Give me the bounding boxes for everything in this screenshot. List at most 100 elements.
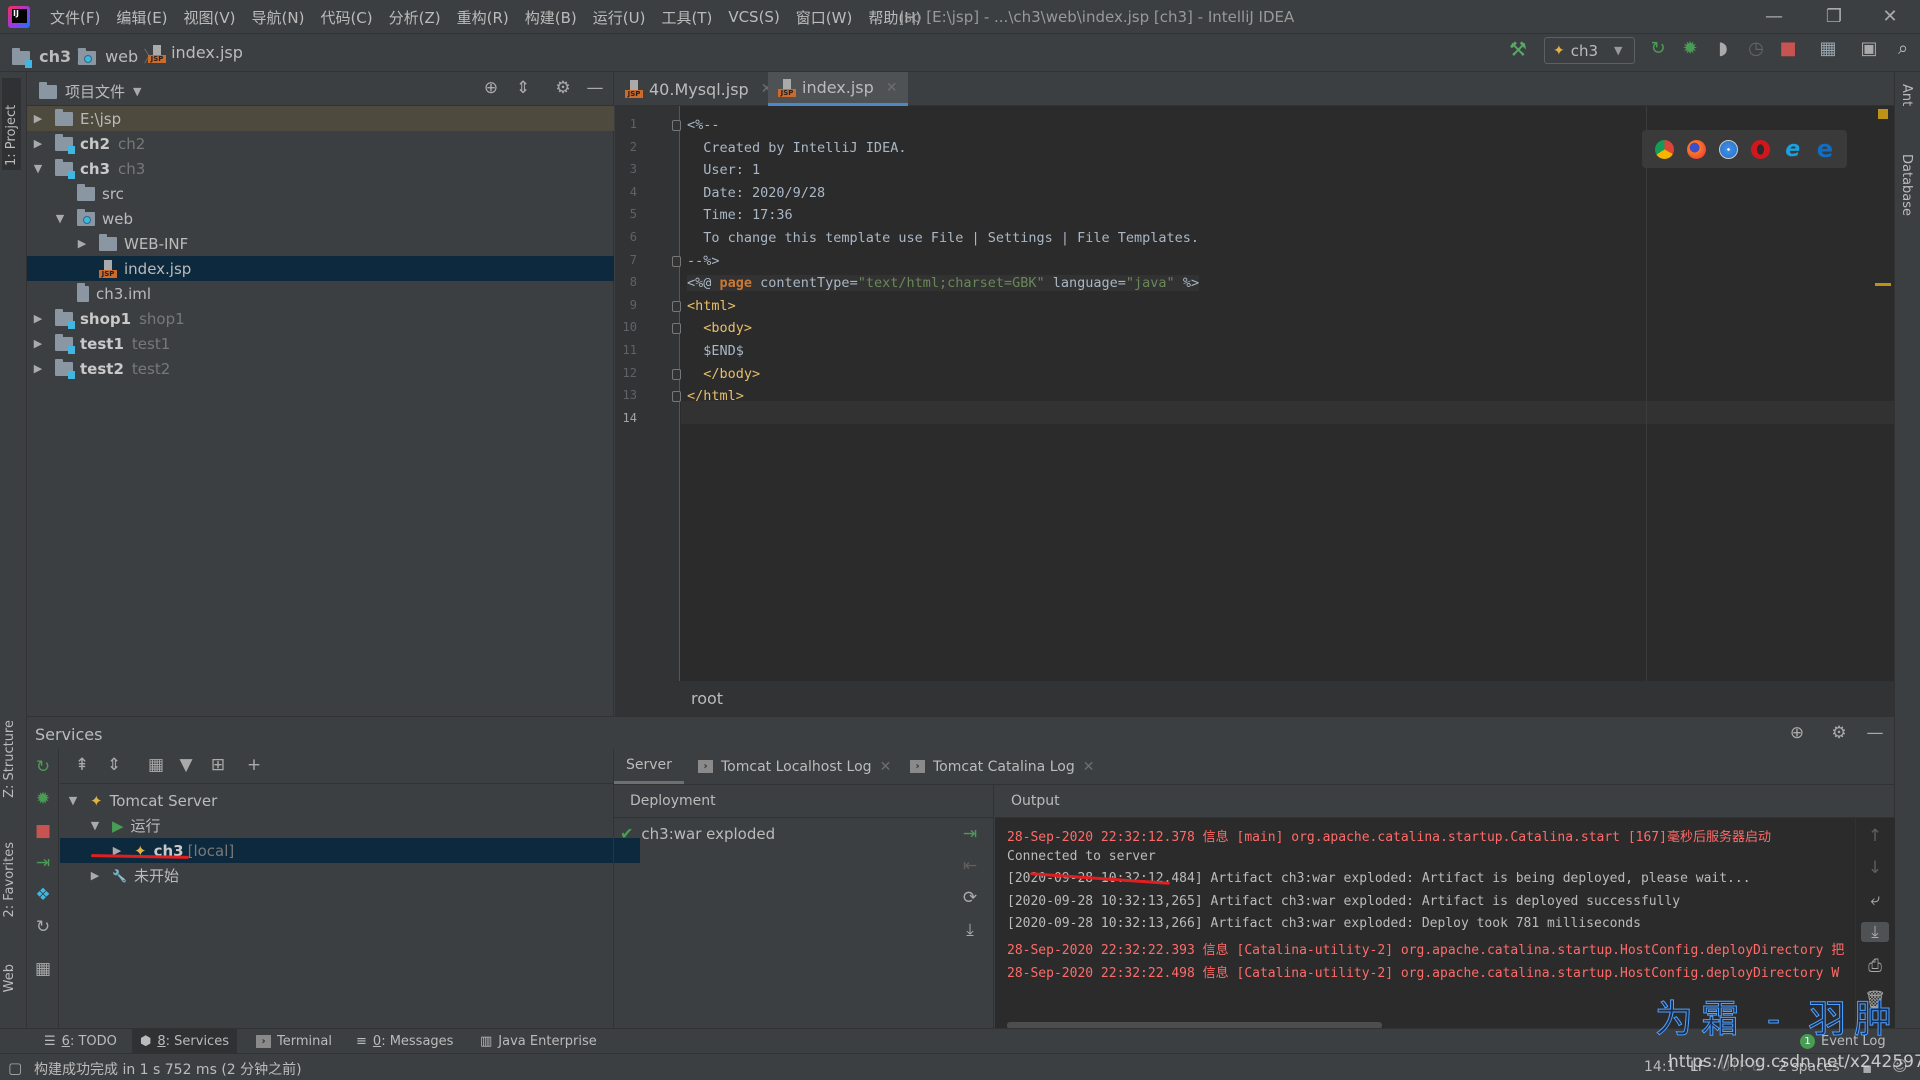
profile-icon[interactable]: ◷ [1743, 38, 1769, 59]
soft-wrap-icon[interactable]: ⤶ [1863, 890, 1887, 910]
tab-server[interactable]: Server [614, 749, 684, 784]
gear-icon[interactable]: ⚙ [551, 78, 575, 98]
close-button[interactable]: ✕ [1860, 0, 1920, 34]
status-toggle-icon[interactable]: ▢ [8, 1059, 22, 1077]
service-tree-item[interactable]: ▶ 🔧 未开始 [60, 863, 640, 888]
close-tab-icon[interactable]: ✕ [880, 759, 892, 775]
tab-tomcat-catalina-log[interactable]: › Tomcat Catalina Log ✕ [898, 749, 1106, 784]
tree-item[interactable]: ▶ test1 test1 [27, 331, 614, 356]
collapsed-arrow-icon[interactable]: ▶ [31, 137, 45, 150]
tree-item[interactable]: ▶ test2 test2 [27, 356, 614, 381]
menu-build[interactable]: 构建(B) [517, 7, 585, 28]
expanded-arrow-icon[interactable]: ▼ [53, 212, 67, 225]
new-tab-icon[interactable]: ⊞ [206, 755, 230, 775]
deployment-item[interactable]: ✔ ch3:war exploded [620, 824, 775, 843]
download-icon[interactable]: ⤓ [958, 920, 982, 940]
menu-file[interactable]: 文件(F) [42, 7, 108, 28]
undeploy-icon[interactable]: ⇤ [958, 856, 982, 876]
breadcrumb-index-jsp[interactable]: index.jsp [148, 43, 243, 63]
tree-item[interactable]: ▶ E:\jsp [27, 106, 614, 131]
presentation-icon[interactable]: ▣ [1856, 38, 1882, 59]
run-config-dropdown[interactable]: ✦ ch3 ▼ [1544, 37, 1635, 64]
fold-marker-icon[interactable] [672, 120, 681, 131]
menu-code[interactable]: 代码(C) [312, 7, 380, 28]
tree-item[interactable]: ▼ web [27, 206, 614, 231]
collapsed-arrow-icon[interactable]: ▶ [31, 312, 45, 325]
group-by-icon[interactable]: ▦ [144, 755, 168, 775]
project-view-selector[interactable]: 项目文件 ▼ [39, 81, 141, 102]
restore-button[interactable]: ❐ [1804, 0, 1864, 34]
arrow-down-icon[interactable]: ↓ [1863, 858, 1887, 878]
collapsed-arrow-icon[interactable]: ▶ [31, 337, 45, 350]
locate-icon[interactable]: ⊕ [479, 78, 503, 98]
inspection-warning-indicator[interactable] [1878, 109, 1888, 119]
close-tab-icon[interactable]: ✕ [1083, 759, 1095, 775]
fold-marker-icon[interactable] [672, 323, 681, 335]
refresh-icon[interactable]: ↻ [31, 917, 55, 937]
collapse-all-icon[interactable]: ⇕ [102, 755, 126, 775]
add-service-icon[interactable]: + [242, 755, 266, 775]
fold-marker-icon[interactable] [672, 368, 681, 380]
opera-icon[interactable] [1751, 139, 1771, 159]
tree-item[interactable]: ▶ shop1 shop1 [27, 306, 614, 331]
fold-marker-icon[interactable] [672, 255, 681, 267]
collapsed-arrow-icon[interactable]: ▶ [31, 362, 45, 375]
service-tree-item[interactable]: ▼ ✦ Tomcat Server [60, 788, 640, 813]
coverage-icon[interactable]: ◗ [1710, 38, 1736, 59]
fold-marker-icon[interactable] [672, 391, 681, 403]
menu-analyze[interactable]: 分析(Z) [381, 7, 449, 28]
tree-item[interactable]: ch3.iml [27, 281, 614, 306]
tab-40-mysql-jsp[interactable]: 40.Mysql.jsp ✕ [615, 72, 782, 106]
edge-icon[interactable]: e [1815, 137, 1834, 161]
expand-all-icon[interactable]: ⇞ [70, 755, 94, 775]
refresh-icon[interactable]: ⟳ [958, 888, 982, 908]
tool-tab-database[interactable]: Database [1899, 154, 1914, 216]
expanded-arrow-icon[interactable]: ▼ [66, 794, 80, 807]
chrome-icon[interactable] [1654, 139, 1674, 159]
tree-item[interactable]: ▶ ch2 ch2 [27, 131, 614, 156]
menu-navigate[interactable]: 导航(N) [244, 7, 313, 28]
layout-icon[interactable]: ▦ [31, 959, 55, 979]
expanded-arrow-icon[interactable]: ▼ [88, 819, 102, 832]
stop-icon[interactable]: ■ [31, 821, 55, 841]
tree-item[interactable]: ▼ ch3 ch3 [27, 156, 614, 181]
gear-icon[interactable]: ⚙ [1827, 723, 1851, 743]
hide-panel-icon[interactable]: — [583, 78, 607, 98]
menu-tools[interactable]: 工具(T) [653, 7, 720, 28]
tool-tab-project[interactable]: 1: Project [2, 78, 21, 170]
tool-tab-favorites[interactable]: 2: Favorites [2, 842, 17, 918]
service-tree-item[interactable]: ▶ ✦ ch3 [local] [60, 838, 640, 863]
tab-tomcat-localhost-log[interactable]: › Tomcat Localhost Log ✕ [686, 749, 903, 784]
stop-icon[interactable]: ■ [1775, 38, 1801, 59]
minimize-button[interactable]: — [1744, 0, 1804, 34]
bottom-tab-java-enterprise[interactable]: ▥ Java Enterprise [472, 1029, 605, 1054]
hide-panel-icon[interactable]: — [1863, 723, 1887, 743]
bottom-tab-terminal[interactable]: › Terminal [248, 1029, 340, 1054]
tree-item[interactable]: ▶ WEB-INF [27, 231, 614, 256]
print-icon[interactable]: ⎙ [1863, 956, 1887, 976]
status-message[interactable]: 构建成功完成 in 1 s 752 ms (2 分钟之前) [34, 1059, 302, 1079]
artifacts-icon[interactable]: ❖ [31, 885, 55, 905]
collapsed-arrow-icon[interactable]: ▶ [31, 112, 45, 125]
tree-item[interactable]: index.jsp [27, 256, 614, 281]
search-icon[interactable]: ⌕ [1890, 38, 1916, 59]
fold-marker-icon[interactable] [672, 300, 681, 312]
collapse-all-icon[interactable]: ⇕ [511, 78, 535, 98]
tab-index-jsp[interactable]: index.jsp ✕ [768, 72, 908, 106]
firefox-icon[interactable] [1686, 139, 1706, 159]
scroll-to-end-icon[interactable]: ⤓ [1861, 922, 1889, 942]
tool-tab-ant[interactable]: Ant [1899, 84, 1914, 106]
filter-icon[interactable]: ▼ [174, 755, 198, 775]
rerun-icon[interactable]: ↻ [1645, 38, 1671, 59]
internet-explorer-icon[interactable]: e [1783, 138, 1802, 160]
debug-icon[interactable]: ✹ [31, 789, 55, 809]
build-hammer-icon[interactable]: ⚒ [1505, 37, 1531, 61]
deploy-icon[interactable]: ⇥ [958, 824, 982, 844]
rerun-icon[interactable]: ↻ [31, 757, 55, 777]
tool-tab-web[interactable]: Web [2, 964, 17, 992]
project-structure-icon[interactable]: ▦ [1815, 38, 1841, 59]
editor-breadcrumb-root[interactable]: root [691, 689, 723, 708]
menu-refactor[interactable]: 重构(R) [449, 7, 517, 28]
safari-icon[interactable] [1718, 139, 1738, 159]
deploy-icon[interactable]: ⇥ [31, 853, 55, 873]
